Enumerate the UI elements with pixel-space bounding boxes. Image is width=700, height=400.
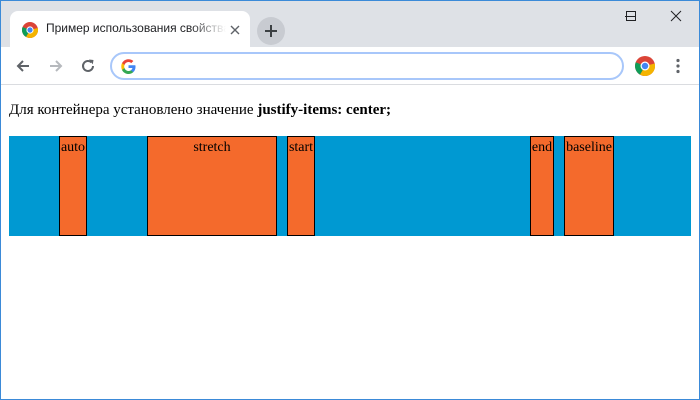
kebab-menu-icon [676, 58, 680, 74]
description-text: Для контейнера установлено значение [9, 102, 258, 118]
profile-button[interactable] [635, 56, 655, 76]
profile-icon [635, 56, 655, 76]
grid-item-auto: auto [59, 136, 87, 236]
grid-container: auto stretch start end baseline [9, 136, 691, 236]
description-code: justify-items: center; [257, 102, 392, 118]
grid-item-stretch: stretch [147, 136, 277, 236]
arrow-left-icon [16, 60, 29, 72]
back-button[interactable] [9, 52, 37, 80]
maximize-icon [626, 11, 636, 21]
address-bar[interactable] [110, 52, 624, 80]
address-input[interactable] [144, 57, 604, 76]
page-description: Для контейнера установлено значение just… [9, 102, 391, 119]
browser-menu-button[interactable] [668, 56, 688, 76]
grid-item-start: start [287, 136, 315, 236]
forward-button[interactable] [42, 52, 70, 80]
plus-icon [265, 25, 277, 37]
close-icon[interactable] [228, 23, 242, 37]
grid-item-end: end [530, 136, 554, 236]
browser-tab[interactable]: Пример использования свойства justify-it… [10, 11, 250, 47]
google-g-icon [121, 59, 136, 74]
tab-title: Пример использования свойства justify-it… [46, 21, 226, 35]
maximize-button[interactable] [608, 1, 654, 31]
close-icon [670, 10, 682, 22]
browser-window: Пример использования свойства justify-it… [0, 0, 700, 400]
window-close-button[interactable] [653, 1, 699, 31]
grid-item-baseline: baseline [564, 136, 614, 236]
page-content: Для контейнера установлено значение just… [1, 86, 699, 399]
chrome-logo-icon [22, 22, 38, 38]
reload-icon [82, 59, 94, 72]
tab-strip: Пример использования свойства justify-it… [1, 1, 699, 47]
arrow-right-icon [50, 60, 63, 72]
new-tab-button[interactable] [257, 17, 285, 45]
reload-button[interactable] [74, 52, 102, 80]
browser-toolbar [1, 47, 699, 85]
